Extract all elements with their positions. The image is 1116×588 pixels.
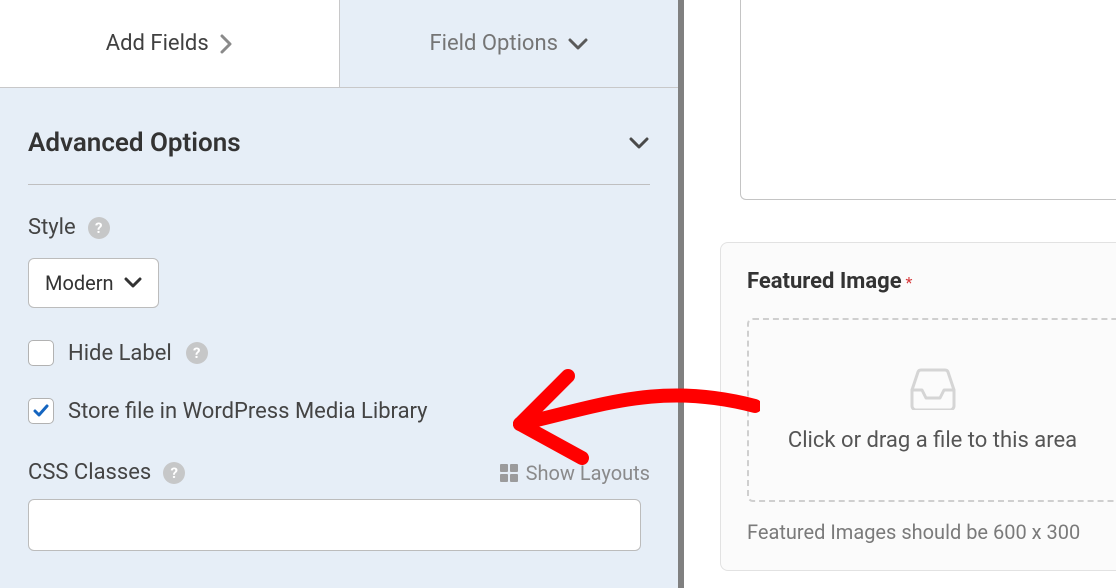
chevron-right-icon [219, 34, 233, 54]
store-file-text: Store file in WordPress Media Library [68, 399, 428, 424]
css-classes-input[interactable] [28, 499, 641, 551]
hide-label-row: Hide Label ? [28, 340, 650, 366]
tab-label: Field Options [430, 31, 558, 56]
store-file-checkbox[interactable] [28, 398, 54, 424]
css-classes-label: CSS Classes [28, 460, 151, 485]
required-asterisk: * [906, 273, 913, 292]
help-icon[interactable]: ? [186, 342, 208, 364]
chevron-down-icon [568, 37, 588, 51]
section-title: Advanced Options [28, 128, 241, 158]
grid-icon [500, 464, 518, 482]
style-select[interactable]: Modern [28, 258, 159, 308]
check-icon [33, 403, 49, 419]
hide-label-checkbox[interactable] [28, 340, 54, 366]
field-settings-sidebar: Add Fields Field Options Advanced Option… [0, 0, 684, 588]
featured-image-label: Featured Image [747, 269, 902, 294]
show-layouts-link[interactable]: Show Layouts [500, 461, 650, 485]
css-classes-header: CSS Classes ? Show Layouts [28, 460, 650, 485]
advanced-options-panel: Advanced Options Style ? Modern Hide Lab… [0, 88, 678, 551]
upload-dropzone[interactable]: Click or drag a file to this area [747, 318, 1116, 502]
inbox-icon [908, 368, 958, 410]
featured-image-field: Featured Image * Click or drag a file to… [720, 242, 1116, 571]
tabs: Add Fields Field Options [0, 0, 678, 88]
help-icon[interactable]: ? [88, 217, 110, 239]
chevron-down-icon [124, 277, 142, 289]
tab-field-options[interactable]: Field Options [340, 0, 679, 87]
text-area-preview[interactable] [740, 0, 1116, 200]
tab-label: Add Fields [106, 31, 209, 56]
chevron-down-icon [628, 136, 650, 150]
featured-image-note: Featured Images should be 600 x 300 [747, 520, 1116, 544]
style-row: Style ? Modern [28, 215, 650, 308]
show-layouts-label: Show Layouts [526, 461, 650, 485]
style-value: Modern [45, 271, 114, 295]
tab-add-fields[interactable]: Add Fields [0, 0, 340, 87]
store-file-row: Store file in WordPress Media Library [28, 398, 650, 424]
section-header-advanced[interactable]: Advanced Options [28, 114, 650, 185]
style-label: Style [28, 215, 76, 240]
dropzone-text: Click or drag a file to this area [788, 428, 1077, 453]
hide-label-text: Hide Label [68, 341, 172, 366]
help-icon[interactable]: ? [163, 462, 185, 484]
